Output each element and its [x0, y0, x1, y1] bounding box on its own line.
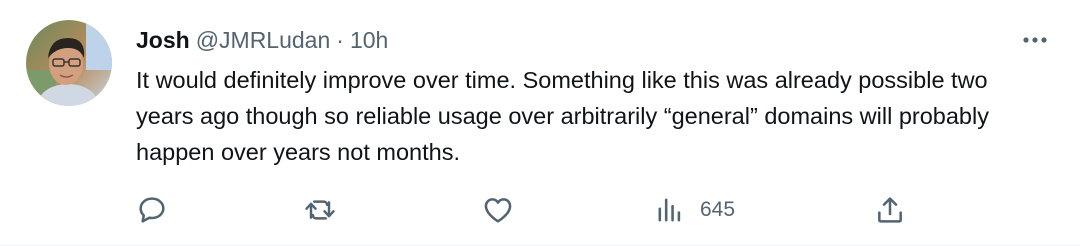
- tweet-header: Josh @JMRLudan · 10h: [136, 26, 388, 54]
- tweet-text: It would definitely improve over time. S…: [136, 67, 989, 165]
- timestamp[interactable]: 10h: [350, 27, 388, 54]
- avatar[interactable]: [26, 20, 112, 106]
- tweet[interactable]: Josh @JMRLudan · 10h It would definitely…: [0, 0, 1080, 246]
- retweet-button[interactable]: [302, 190, 338, 230]
- more-options-button[interactable]: [1014, 26, 1056, 54]
- analytics-icon: [656, 194, 684, 226]
- author-handle[interactable]: @JMRLudan: [196, 27, 331, 54]
- views-button[interactable]: 645: [656, 190, 735, 230]
- author-name[interactable]: Josh: [136, 27, 190, 54]
- share-button[interactable]: [874, 190, 906, 230]
- reply-button[interactable]: [136, 190, 168, 230]
- tweet-actions: 645: [0, 190, 1080, 230]
- heart-icon: [481, 194, 515, 226]
- retweet-icon: [302, 194, 338, 226]
- reply-icon: [136, 194, 168, 226]
- more-horizontal-icon: [1022, 31, 1048, 49]
- like-button[interactable]: [481, 190, 515, 230]
- separator-dot: ·: [336, 26, 344, 53]
- share-icon: [874, 194, 906, 226]
- views-count: 645: [700, 198, 736, 221]
